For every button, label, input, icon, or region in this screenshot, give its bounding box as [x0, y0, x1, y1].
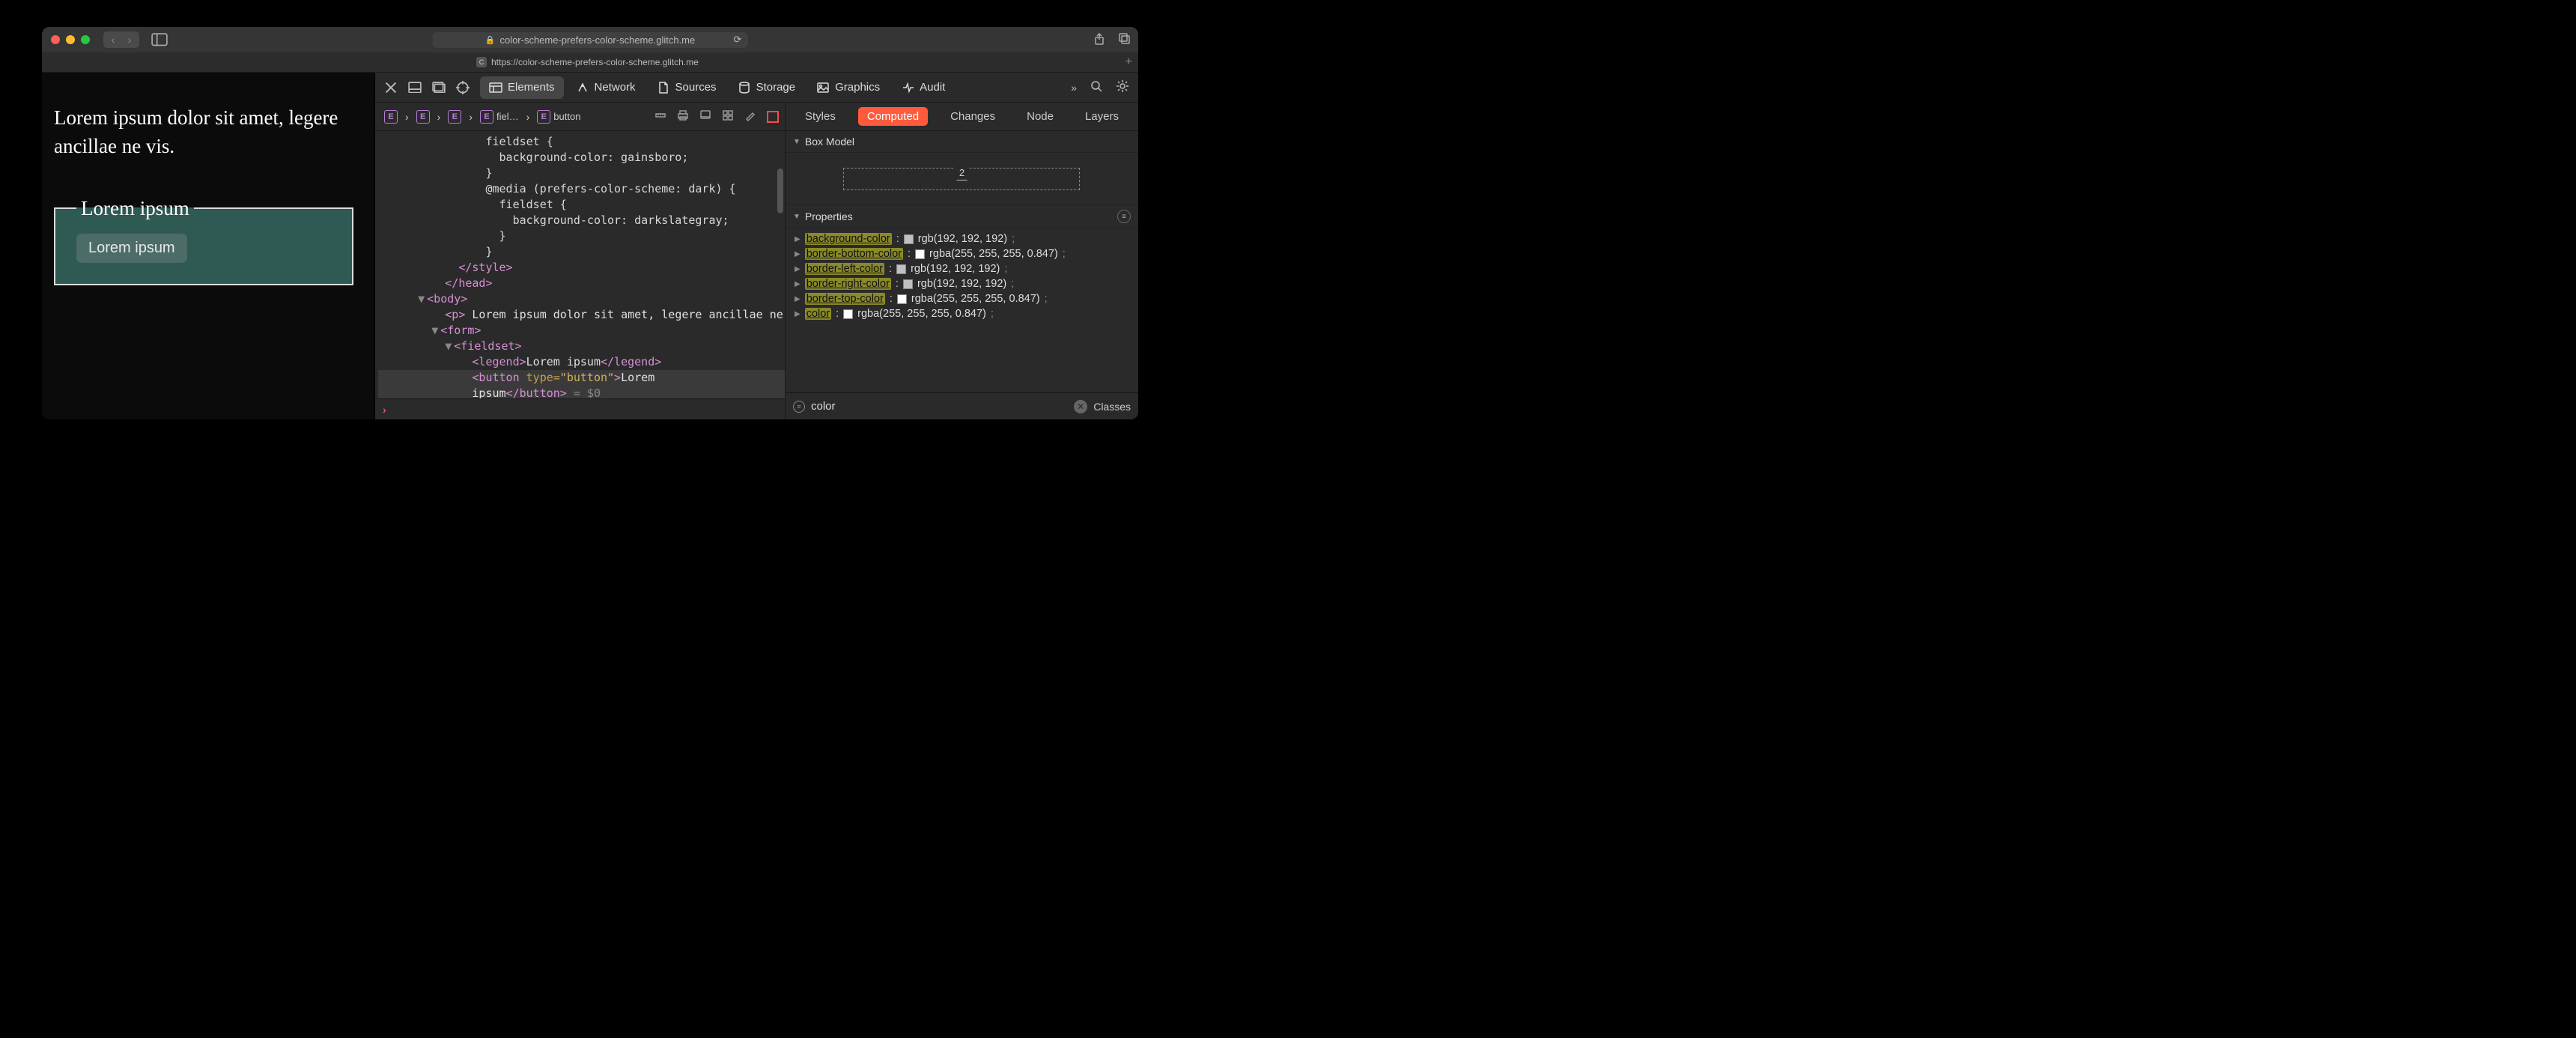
page-form: Lorem ipsum Lorem ipsum	[54, 197, 362, 285]
rendered-page: Lorem ipsum dolor sit amet, legere ancil…	[42, 73, 374, 419]
new-tab-button[interactable]: +	[1126, 55, 1132, 69]
tab-sources[interactable]: Sources	[648, 76, 726, 99]
search-icon[interactable]	[1090, 80, 1102, 94]
property-row[interactable]: ▶ border-bottom-color: rgba(255, 255, 25…	[792, 246, 1132, 261]
maximize-button[interactable]	[81, 35, 90, 44]
dom-panel: E› E› E› Efiel…› Ebutton	[375, 103, 786, 419]
filter-icon[interactable]: ≡	[1117, 210, 1131, 223]
tab-computed[interactable]: Computed	[858, 107, 928, 126]
compositing-icon[interactable]	[767, 111, 779, 123]
page-button[interactable]: Lorem ipsum	[76, 234, 187, 263]
breadcrumb-item[interactable]: E	[413, 109, 433, 125]
tabs-icon[interactable]	[1119, 33, 1131, 47]
breadcrumb-item[interactable]: E	[445, 109, 464, 125]
devtools-toolbar: Elements Network Sources Storage	[375, 73, 1138, 103]
box-model: 2 —	[786, 153, 1138, 205]
page-paragraph: Lorem ipsum dolor sit amet, legere ancil…	[54, 104, 362, 161]
tab-title[interactable]: https://color-scheme-prefers-color-schem…	[491, 57, 699, 67]
scrollbar[interactable]	[777, 169, 783, 213]
gear-icon[interactable]	[1116, 79, 1129, 95]
browser-tabbar: C https://color-scheme-prefers-color-sch…	[42, 52, 1138, 73]
tab-styles[interactable]: Styles	[796, 107, 845, 126]
tab-elements[interactable]: Elements	[480, 76, 564, 99]
minimize-button[interactable]	[66, 35, 75, 44]
devtools-tabs: Elements Network Sources Storage	[480, 76, 954, 99]
breadcrumb-item[interactable]: Efiel…	[477, 109, 522, 125]
browser-window: ‹ › 🔒 color-scheme-prefers-color-scheme.…	[42, 27, 1138, 419]
devtools: Elements Network Sources Storage	[374, 73, 1138, 419]
tab-network[interactable]: Network	[567, 76, 645, 99]
styles-side-panel: Styles Computed Changes Node Layers ▼ Bo…	[786, 103, 1138, 419]
box-model-header[interactable]: ▼ Box Model	[786, 131, 1138, 153]
tab-favicon: C	[476, 57, 487, 67]
page-fieldset: Lorem ipsum Lorem ipsum	[54, 197, 353, 285]
dock-bottom-icon[interactable]	[408, 81, 422, 94]
property-row[interactable]: ▶ border-right-color: rgb(192, 192, 192)…	[792, 276, 1132, 291]
titlebar: ‹ › 🔒 color-scheme-prefers-color-scheme.…	[42, 27, 1138, 52]
device-icon[interactable]	[699, 109, 711, 124]
property-row[interactable]: ▶ color: rgba(255, 255, 255, 0.847);	[792, 306, 1132, 321]
dock-popup-icon[interactable]	[432, 81, 446, 94]
tab-graphics[interactable]: Graphics	[807, 76, 889, 99]
sidepanel-tabs: Styles Computed Changes Node Layers	[786, 103, 1138, 131]
tab-storage[interactable]: Storage	[729, 76, 805, 99]
paint-icon[interactable]	[744, 109, 756, 124]
tab-node[interactable]: Node	[1018, 107, 1063, 126]
chevron-right-icon: ›	[383, 404, 386, 416]
share-icon[interactable]	[1093, 33, 1105, 47]
filter-row: ≡ ✕ Classes	[786, 392, 1138, 419]
back-button[interactable]: ‹	[106, 33, 120, 46]
print-icon[interactable]	[677, 109, 689, 124]
window-controls	[51, 35, 90, 44]
ruler-icon[interactable]	[654, 109, 666, 124]
property-row[interactable]: ▶ border-left-color: rgb(192, 192, 192);	[792, 261, 1132, 276]
classes-button[interactable]: Classes	[1093, 401, 1131, 413]
breadcrumb-item[interactable]: E	[381, 109, 401, 125]
console-prompt[interactable]: ›	[375, 398, 785, 419]
inspect-icon[interactable]	[456, 81, 470, 94]
dom-source[interactable]: fieldset { background-color: gainsboro; …	[375, 131, 785, 398]
clear-filter-icon[interactable]: ✕	[1074, 400, 1087, 413]
tab-layers[interactable]: Layers	[1076, 107, 1128, 126]
close-devtools-icon[interactable]	[384, 81, 398, 94]
grid-icon[interactable]	[722, 109, 734, 124]
properties-list: ▶ background-color: rgb(192, 192, 192);▶…	[786, 228, 1138, 392]
tab-changes[interactable]: Changes	[941, 107, 1004, 126]
address-bar[interactable]: 🔒 color-scheme-prefers-color-scheme.glit…	[433, 32, 748, 48]
property-row[interactable]: ▶ border-top-color: rgba(255, 255, 255, …	[792, 291, 1132, 306]
forward-button[interactable]: ›	[123, 33, 136, 46]
tab-audit[interactable]: Audit	[892, 76, 954, 99]
overflow-icon[interactable]: »	[1071, 82, 1077, 94]
filter-funnel-icon[interactable]: ≡	[793, 401, 805, 413]
reload-icon[interactable]: ⟳	[733, 34, 741, 46]
filter-input[interactable]	[811, 400, 1068, 413]
property-row[interactable]: ▶ background-color: rgb(192, 192, 192);	[792, 231, 1132, 246]
nav-buttons: ‹ ›	[103, 31, 139, 48]
page-legend: Lorem ipsum	[76, 197, 194, 220]
properties-header[interactable]: ▼ Properties ≡	[786, 205, 1138, 228]
breadcrumb-item[interactable]: Ebutton	[534, 109, 583, 125]
address-host: color-scheme-prefers-color-scheme.glitch…	[499, 34, 695, 46]
sidebar-toggle-icon[interactable]	[151, 33, 168, 46]
dom-breadcrumb-bar: E› E› E› Efiel…› Ebutton	[375, 103, 785, 131]
lock-icon: 🔒	[485, 35, 496, 45]
close-button[interactable]	[51, 35, 60, 44]
